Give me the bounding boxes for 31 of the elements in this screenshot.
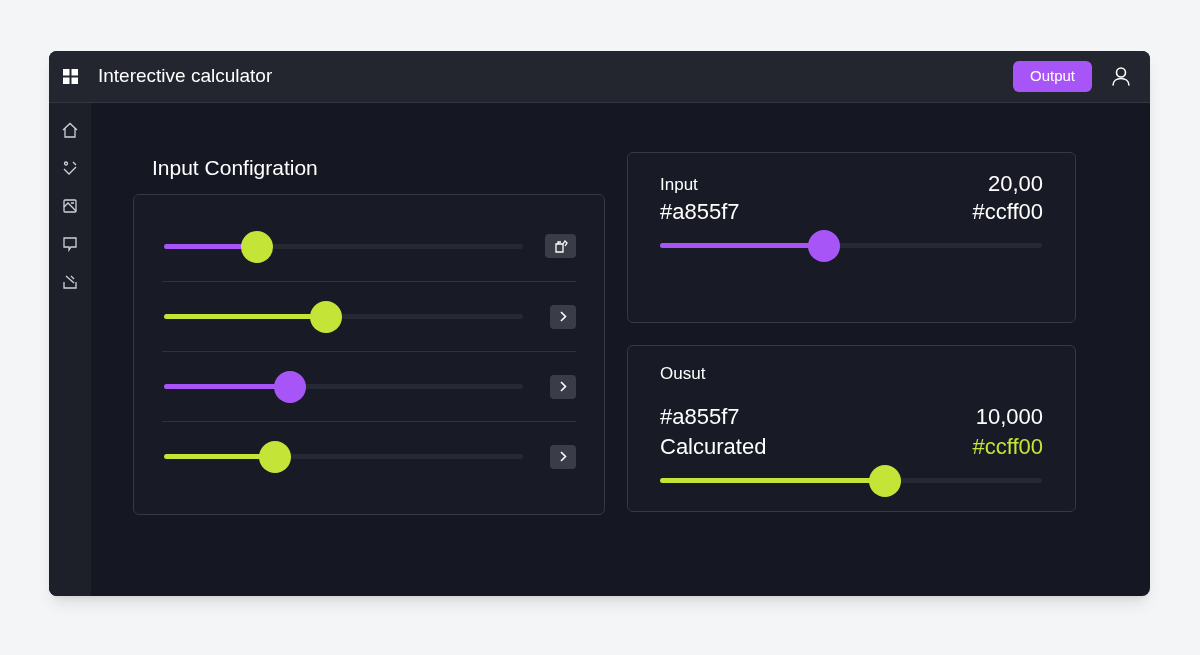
comment-icon[interactable]: [62, 236, 78, 252]
slider-thumb[interactable]: [869, 465, 902, 497]
grid-icon[interactable]: [63, 69, 78, 84]
next-button[interactable]: [550, 374, 576, 399]
window-title: Interective calculator: [98, 64, 273, 89]
next-button[interactable]: [550, 444, 576, 469]
slider-thumb[interactable]: [241, 230, 274, 263]
card-label: Input: [660, 173, 698, 196]
value-text: 10,000: [975, 403, 1043, 431]
slider-thumb[interactable]: [273, 371, 306, 403]
color-code: #ccff00: [972, 433, 1043, 461]
color-code: #a855f7: [660, 403, 740, 431]
chevron-right-icon: [559, 311, 567, 322]
output-button[interactable]: Output: [1012, 61, 1092, 92]
color-code: #ccff00: [972, 198, 1043, 226]
chevron-right-icon: [559, 451, 567, 462]
value-text: 20,00: [987, 171, 1043, 197]
slider-thumb[interactable]: [259, 441, 292, 473]
user-icon[interactable]: [1112, 67, 1130, 86]
home-icon[interactable]: [62, 122, 78, 138]
share-icon[interactable]: [62, 274, 78, 290]
section-title: Input Configration: [152, 155, 319, 181]
slider-thumb[interactable]: [808, 230, 841, 262]
next-button[interactable]: [550, 304, 576, 329]
copy-button[interactable]: [545, 234, 576, 258]
chevron-right-icon: [559, 381, 567, 392]
calculated-label: Calcurated: [660, 433, 767, 461]
card-label: Ousut: [660, 364, 707, 384]
image-icon[interactable]: [62, 198, 78, 214]
color-code: #a855f7: [660, 198, 740, 226]
slider-thumb[interactable]: [309, 301, 342, 333]
